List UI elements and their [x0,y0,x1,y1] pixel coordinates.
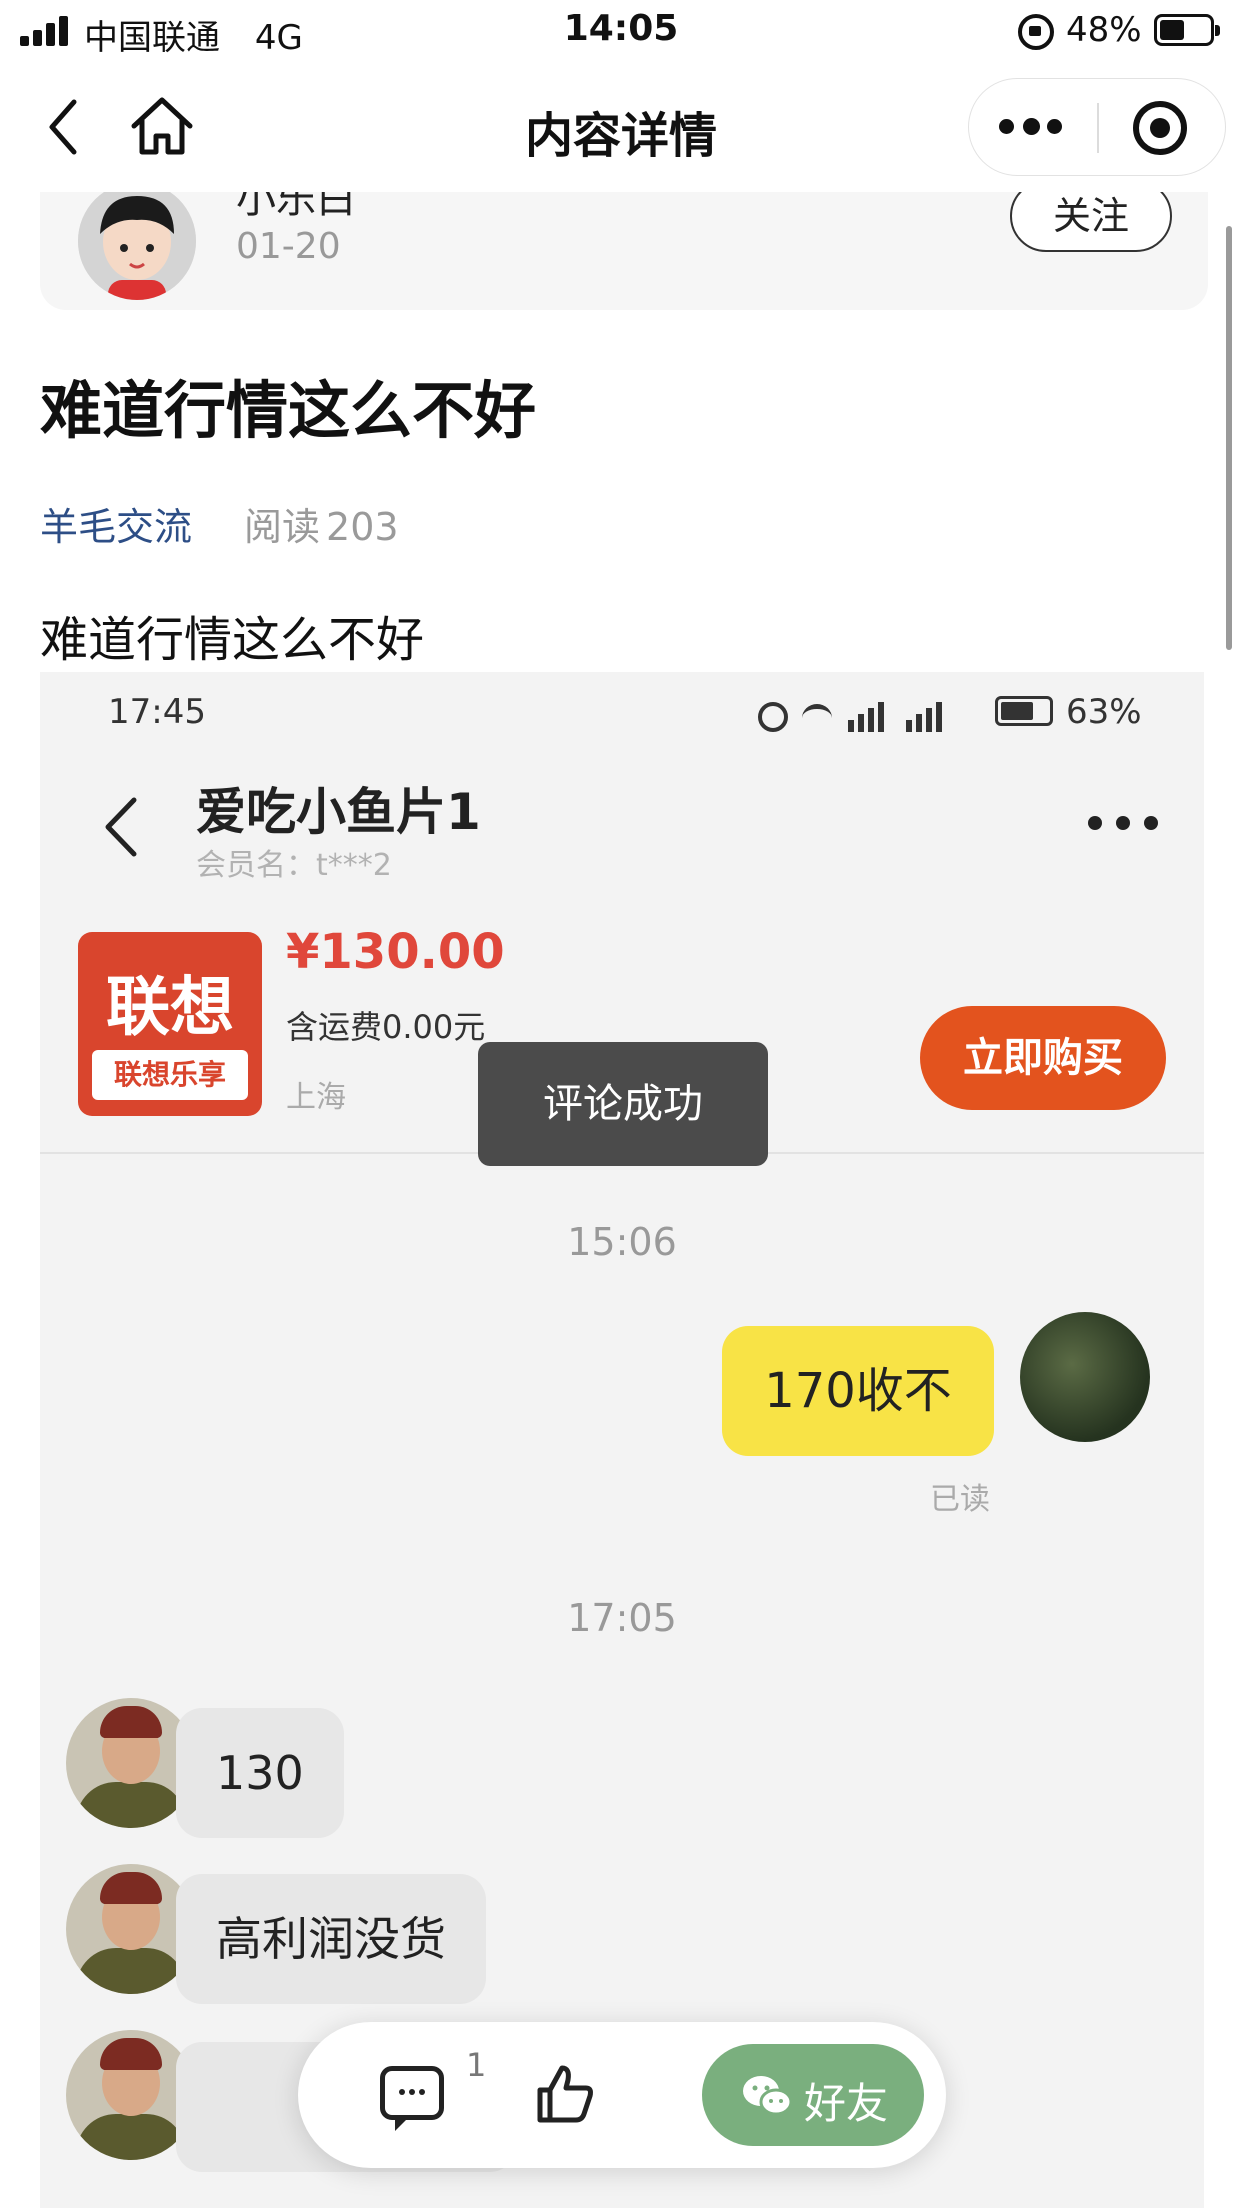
my-avatar [1020,1312,1150,1442]
chat-timestamp: 17:05 [567,1596,677,1640]
action-bar: 1 好友 [298,2022,946,2168]
read-count: 阅读 203 [238,496,399,551]
rotation-lock-icon [1018,14,1054,50]
embedded-member-id: 会员名：t***2 [196,848,392,883]
product-logo-subtext: 联想乐享 [92,1050,248,1100]
chat-bubble-other: 130 [176,1708,344,1838]
comment-icon[interactable] [380,2066,444,2131]
embedded-price: ¥130.00 [286,924,505,980]
scrollbar[interactable] [1226,226,1232,650]
post-image[interactable]: 17:45 63% 爱吃小鱼片1 会员名：t***2 联想 联想乐享 ¥130.… [40,672,1204,2208]
embedded-battery-percent: 63% [1066,692,1142,732]
chat-bubble-mine: 170收不 [722,1326,994,1456]
read-number: 203 [326,505,399,549]
author-card: 小乐白 01-20 关注 [40,192,1208,310]
read-label: 阅读 [244,505,321,549]
follow-button[interactable]: 关注 [1010,192,1172,252]
product-logo-text: 联想 [106,971,234,1045]
battery-percent: 48% [1066,10,1142,50]
toast-message: 评论成功 [478,1042,768,1166]
more-icon[interactable] [999,118,1063,137]
embedded-status-icons [758,698,958,732]
post-date: 01-20 [236,226,341,267]
nav-bar: 内容详情 [0,64,1242,192]
embedded-battery-icon [995,696,1053,726]
embedded-more-icon [1088,816,1158,832]
embedded-location: 上海 [286,1080,346,1115]
like-icon[interactable] [534,2062,596,2124]
embedded-chat-name: 爱吃小鱼片1 [196,783,481,841]
menu-capsule [968,78,1226,176]
capsule-divider [1097,103,1099,153]
status-time: 14:05 [563,8,679,49]
embedded-shipping: 含运费0.00元 [286,1008,486,1046]
embedded-time: 17:45 [108,692,206,732]
status-bar: 中国联通 4G 14:05 48% [0,0,1242,64]
embedded-product-image: 联想 联想乐享 [78,932,262,1116]
share-label: 好友 [804,2079,889,2128]
wechat-icon [743,2076,792,2116]
author-name[interactable]: 小乐白 [236,192,356,224]
share-friend-button[interactable]: 好友 [702,2044,924,2146]
comment-count: 1 [466,2046,487,2084]
chat-timestamp: 15:06 [567,1220,677,1264]
author-avatar[interactable] [78,192,196,300]
post-tag-link[interactable]: 羊毛交流 [40,496,192,551]
chat-bubble-other: 高利润没货 [176,1874,486,2004]
read-status: 已读 [930,1482,990,1517]
battery-icon [1154,14,1220,46]
embedded-buy-button: 立即购买 [920,1006,1166,1110]
close-target-icon[interactable] [1133,101,1187,155]
post-body: 难道行情这么不好 [40,612,425,668]
embedded-back-icon [96,792,146,862]
post-title: 难道行情这么不好 [40,374,537,447]
avatar-image [78,192,196,300]
